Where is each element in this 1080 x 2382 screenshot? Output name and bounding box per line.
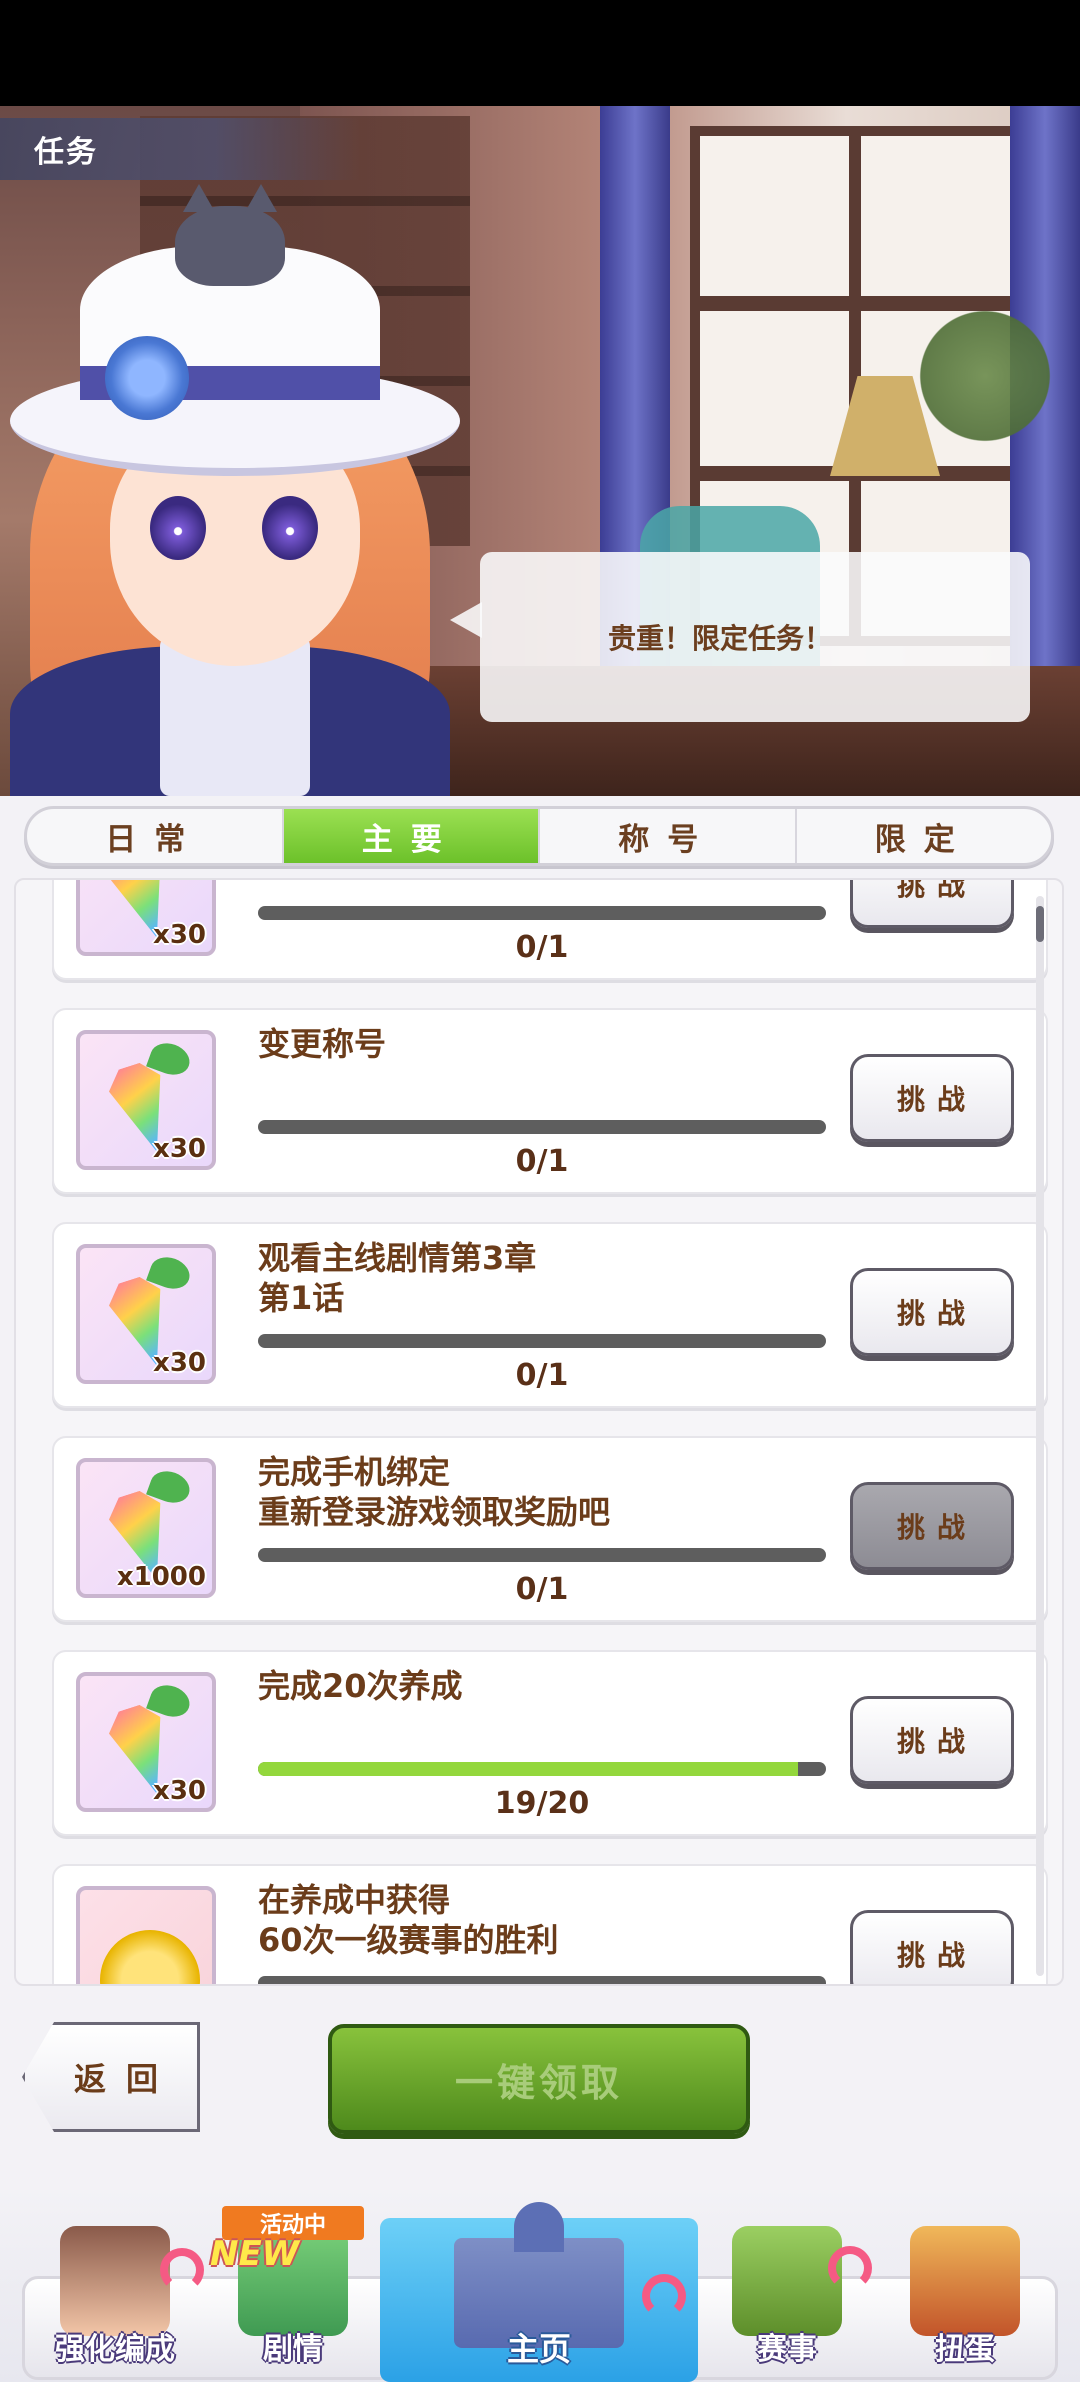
mission-card: x30 观看主线剧情第3章 第1话 0/1 挑战	[52, 1222, 1048, 1408]
reward-item	[76, 1886, 216, 1984]
progress-bar	[258, 1548, 826, 1562]
race-gate-icon	[732, 2226, 842, 2336]
mission-title: 观看主线剧情第3章 第1话	[258, 1239, 537, 1317]
character-eye-right	[262, 496, 318, 560]
progress-bar	[258, 1976, 826, 1984]
mission-card: x30 变更称号 0/1 挑战	[52, 1008, 1048, 1194]
nav-label: 主页	[506, 2330, 571, 2368]
challenge-button[interactable]: 挑战	[850, 1696, 1014, 1784]
notification-horseshoe-icon	[642, 2274, 686, 2318]
progress-bar	[258, 1334, 826, 1348]
mission-title: 在养成中获得 60次一级赛事的胜利	[258, 1881, 559, 1959]
nav-label: 强化编成	[55, 2332, 175, 2367]
new-badge: NEW	[210, 2234, 300, 2274]
speech-text: 贵重！限定任务！	[607, 622, 832, 655]
reward-item: x30	[76, 1030, 216, 1170]
mission-title: 变更称号	[258, 1025, 387, 1063]
claim-all-button[interactable]: 一键领取	[328, 2024, 750, 2134]
nav-label: 赛事	[757, 2332, 817, 2367]
progress-text: 19/20	[494, 1786, 590, 1821]
reward-item: x30	[76, 1672, 216, 1812]
gold-coin-icon	[100, 1930, 200, 1984]
status-bar	[0, 0, 1080, 106]
mission-title: 完成手机绑定 重新登录游戏领取奖励吧	[258, 1453, 611, 1531]
mission-card: x30 0/1 挑战	[52, 880, 1048, 980]
reward-quantity: x1000	[116, 1562, 206, 1592]
tab-main[interactable]: 主要	[283, 809, 540, 863]
bottom-navigation: 强化编成 剧情 活动中 NEW 主页 赛事 扭蛋	[0, 2188, 1080, 2382]
reward-quantity: x30	[153, 1134, 206, 1164]
reward-item: x30	[76, 1244, 216, 1384]
gacha-door-icon	[910, 2226, 1020, 2336]
reward-quantity: x30	[153, 920, 206, 950]
back-button[interactable]: 返回	[22, 2022, 200, 2132]
scrollbar-thumb[interactable]	[1036, 906, 1044, 942]
mission-card: x1000 完成手机绑定 重新登录游戏领取奖励吧 0/1 挑战	[52, 1436, 1048, 1622]
mission-tabs: 日常 主要 称号 限定	[24, 806, 1054, 866]
progress-bar	[258, 906, 826, 920]
mission-card: x30 完成20次养成 19/20 挑战	[52, 1650, 1048, 1836]
challenge-button[interactable]: 挑战	[850, 1482, 1014, 1570]
tab-daily[interactable]: 日常	[27, 809, 284, 863]
reward-quantity: x30	[153, 1348, 206, 1378]
progress-fill	[258, 1762, 798, 1776]
page-title: 任务	[0, 118, 360, 180]
character-eye-left	[150, 496, 206, 560]
list-scrollbar[interactable]	[1036, 896, 1044, 1976]
progress-text: 0/1	[515, 930, 569, 965]
mission-card: 在养成中获得 60次一级赛事的胜利 挑战	[52, 1864, 1048, 1984]
reward-quantity: x30	[153, 1776, 206, 1806]
cat-icon	[175, 184, 285, 286]
nav-label: 剧情	[263, 2332, 323, 2367]
mission-title: 完成20次养成	[258, 1667, 463, 1705]
mission-list[interactable]: x30 0/1 挑战 x30 变更称号 0/1 挑战 x30 观看主线剧情第3章…	[14, 878, 1064, 1986]
challenge-button[interactable]: 挑战	[850, 1910, 1014, 1984]
horse-girl-avatar-icon	[60, 2226, 170, 2336]
reward-item: x1000	[76, 1458, 216, 1598]
nav-item-enhance[interactable]: 强化编成	[30, 2188, 204, 2382]
nav-label: 扭蛋	[935, 2332, 995, 2367]
progress-text: 0/1	[515, 1358, 569, 1393]
nav-item-gacha[interactable]: 扭蛋	[880, 2188, 1050, 2382]
nav-item-races[interactable]: 赛事	[712, 2188, 872, 2382]
challenge-button[interactable]: 挑战	[850, 1054, 1014, 1142]
character-portrait	[0, 166, 470, 796]
blue-rose-icon	[105, 336, 189, 420]
progress-text: 0/1	[515, 1572, 569, 1607]
tab-title[interactable]: 称号	[540, 809, 797, 863]
notification-horseshoe-icon	[828, 2246, 872, 2290]
challenge-button[interactable]: 挑战	[850, 880, 1014, 928]
challenge-button[interactable]: 挑战	[850, 1268, 1014, 1356]
progress-text: 0/1	[515, 1144, 569, 1179]
progress-bar	[258, 1762, 826, 1776]
progress-bar	[258, 1120, 826, 1134]
tab-limited[interactable]: 限定	[797, 809, 1052, 863]
nav-item-home[interactable]: 主页	[380, 2202, 698, 2382]
speech-bubble: 贵重！限定任务！	[450, 552, 1030, 722]
mission-panel: 日常 主要 称号 限定 x30 0/1 挑战 x30 变更称号 0/1 挑战 x…	[0, 796, 1080, 2382]
reward-item: x30	[76, 880, 216, 956]
notification-horseshoe-icon	[160, 2248, 204, 2292]
